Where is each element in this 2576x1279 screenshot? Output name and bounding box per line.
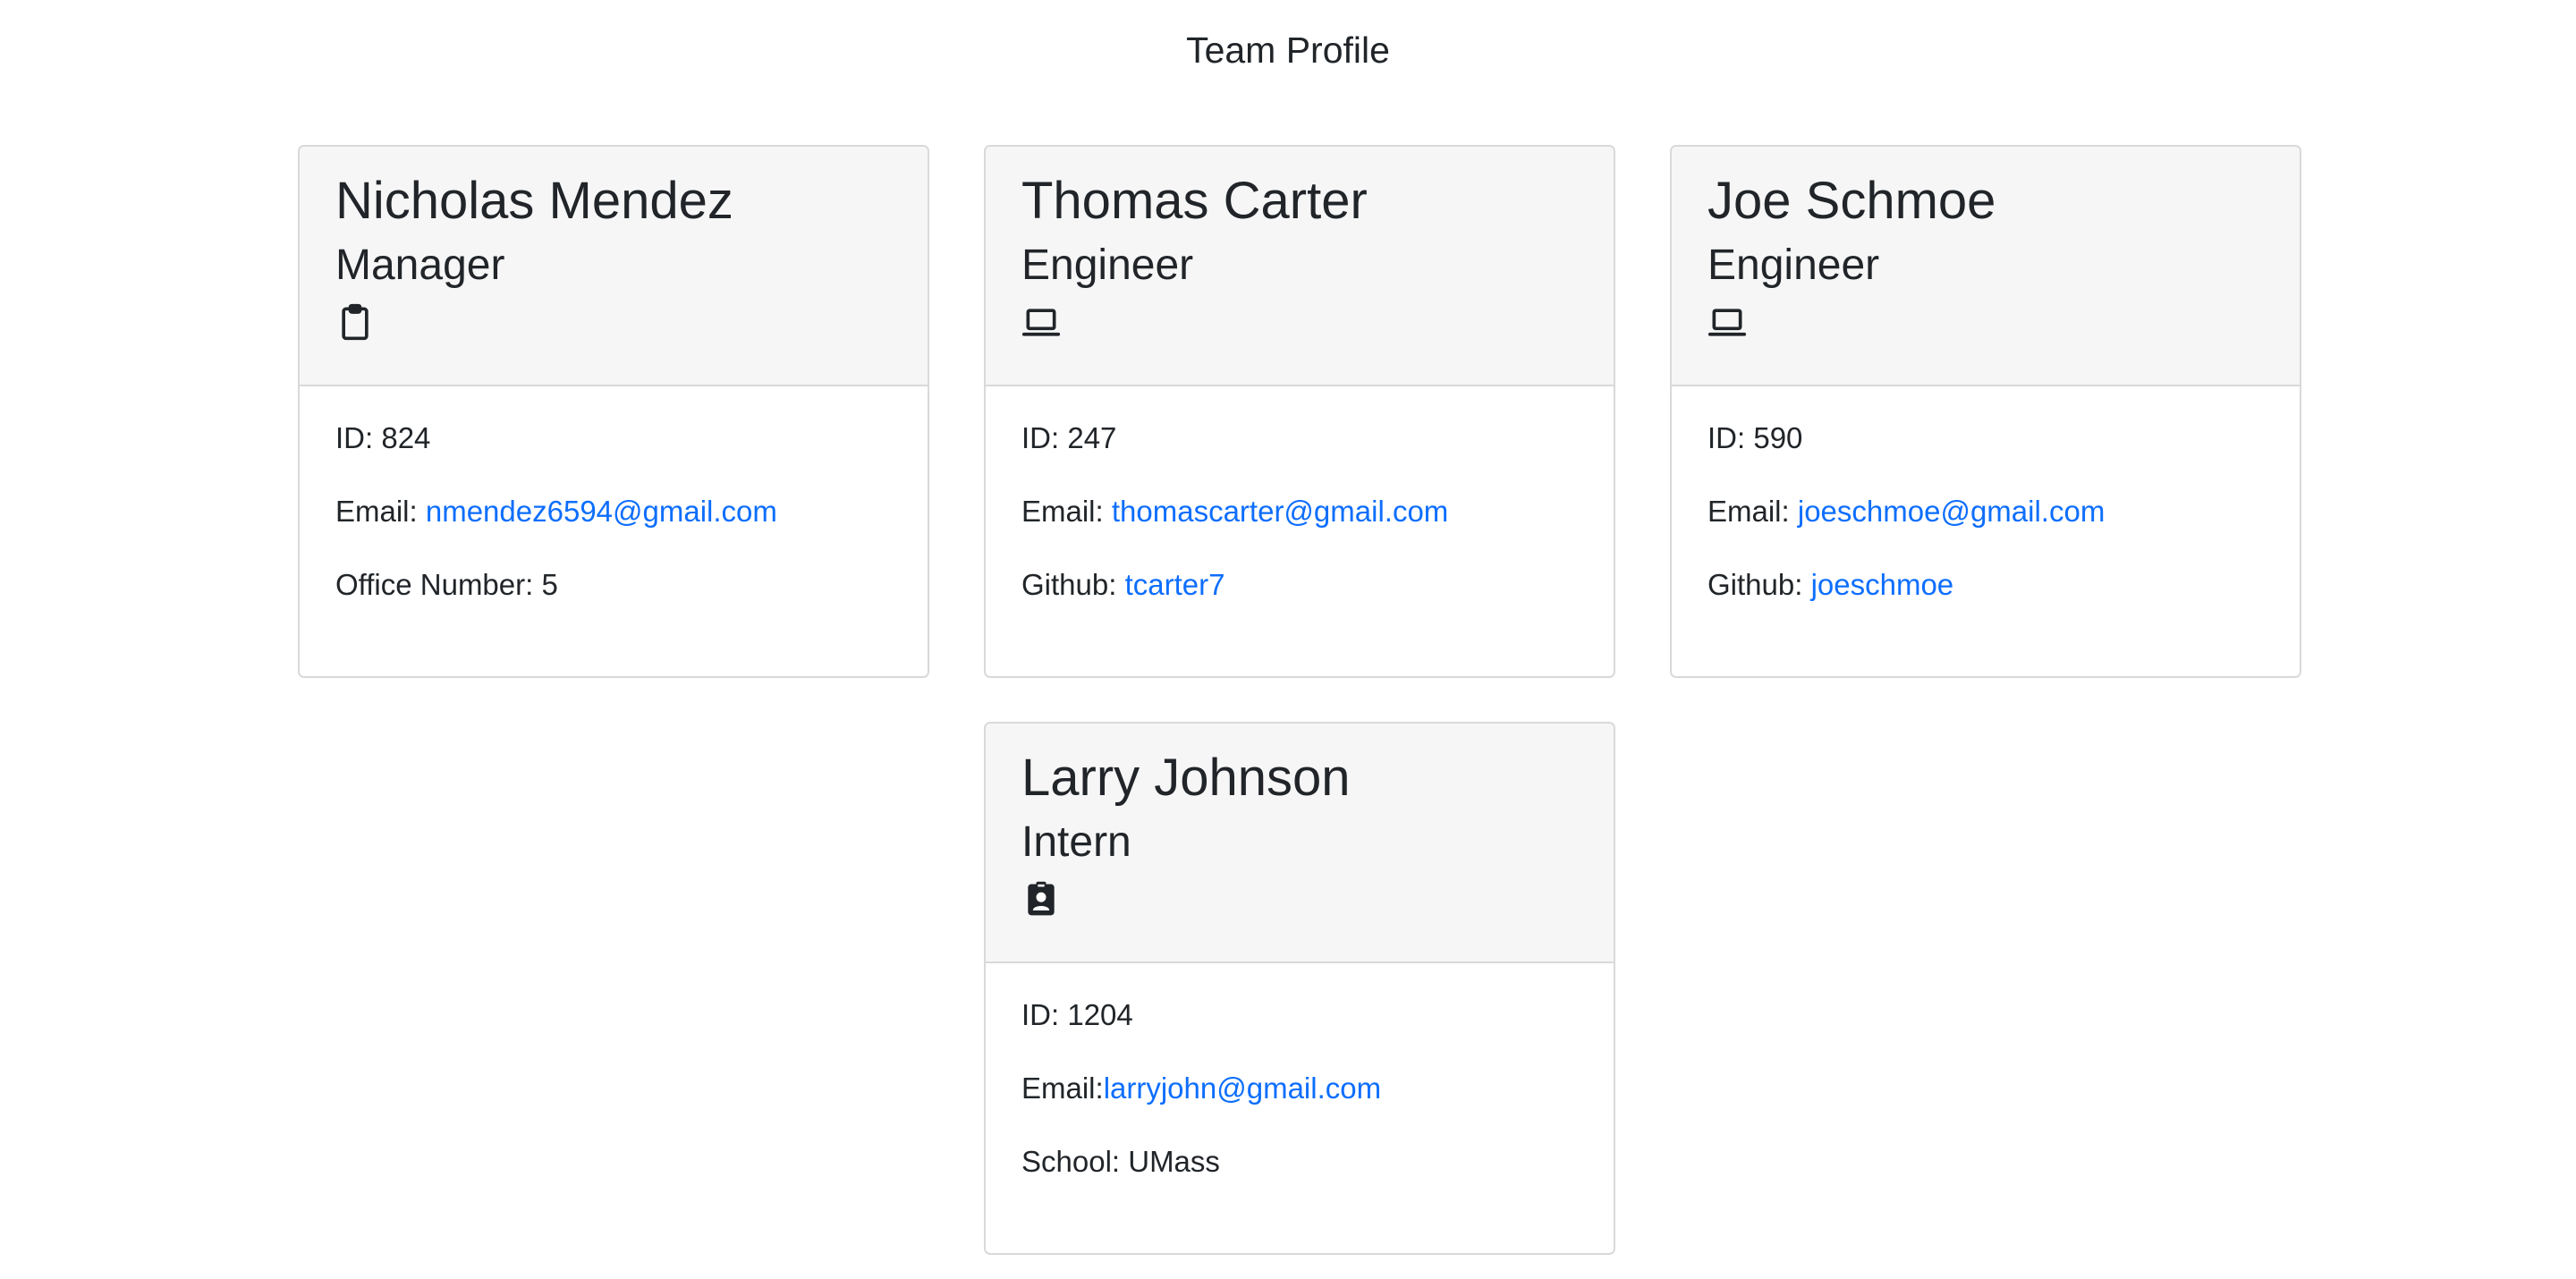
- card-header: Larry Johnson Intern: [986, 724, 1614, 963]
- card-header: Thomas Carter Engineer: [986, 147, 1614, 386]
- laptop-icon: [1707, 302, 1747, 342]
- card-body: ID: 247 Email: thomascarter@gmail.com Gi…: [986, 386, 1614, 605]
- id-badge-icon: [1021, 879, 1061, 919]
- employee-name: Joe Schmoe: [1707, 172, 1996, 230]
- laptop-icon: [1021, 302, 1061, 342]
- github-link[interactable]: tcarter7: [1125, 568, 1225, 601]
- employee-role: Engineer: [1707, 241, 1880, 289]
- email-link[interactable]: joeschmoe@gmail.com: [1798, 495, 2105, 528]
- office-number: Office Number: 5: [335, 568, 558, 601]
- github-label: Github:: [1707, 568, 1811, 601]
- employee-role: Manager: [335, 241, 505, 289]
- employee-role: Intern: [1021, 818, 1131, 866]
- email-label: Email:: [1707, 495, 1798, 528]
- card-header: Joe Schmoe Engineer: [1672, 147, 2300, 386]
- github-row: Github: joeschmoe: [1707, 565, 2264, 605]
- card-body: ID: 590 Email: joeschmoe@gmail.com Githu…: [1672, 386, 2300, 605]
- employee-email-row: Email:larryjohn@gmail.com: [1021, 1069, 1578, 1108]
- email-label: Email:: [1021, 1071, 1104, 1105]
- employee-email-row: Email: joeschmoe@gmail.com: [1707, 492, 2264, 531]
- email-link[interactable]: larryjohn@gmail.com: [1104, 1071, 1381, 1105]
- employee-card-engineer: Thomas Carter Engineer ID: 247 Email: th…: [984, 145, 1615, 678]
- team-profile-page: Team Profile Nicholas Mendez Manager ID:…: [0, 0, 2576, 1279]
- school: School: UMass: [1021, 1145, 1220, 1178]
- employee-name: Nicholas Mendez: [335, 172, 733, 230]
- page-title: Team Profile: [1186, 30, 1390, 71]
- employee-role: Engineer: [1021, 241, 1194, 289]
- employee-name: Larry Johnson: [1021, 749, 1351, 807]
- email-link[interactable]: nmendez6594@gmail.com: [426, 495, 777, 528]
- clipboard-icon: [335, 302, 375, 342]
- github-row: Github: tcarter7: [1021, 565, 1578, 605]
- card-header: Nicholas Mendez Manager: [300, 147, 928, 386]
- employee-id: ID: 1204: [1021, 998, 1133, 1031]
- github-label: Github:: [1021, 568, 1125, 601]
- employee-email-row: Email: nmendez6594@gmail.com: [335, 492, 892, 531]
- email-label: Email:: [335, 495, 426, 528]
- employee-email-row: Email: thomascarter@gmail.com: [1021, 492, 1578, 531]
- email-link[interactable]: thomascarter@gmail.com: [1112, 495, 1448, 528]
- employee-card-intern: Larry Johnson Intern ID: 1204 Email:larr…: [984, 722, 1615, 1255]
- card-body: ID: 1204 Email:larryjohn@gmail.com Schoo…: [986, 963, 1614, 1182]
- card-body: ID: 824 Email: nmendez6594@gmail.com Off…: [300, 386, 928, 605]
- employee-card-manager: Nicholas Mendez Manager ID: 824 Email: n…: [298, 145, 929, 678]
- employee-id: ID: 824: [335, 421, 431, 454]
- employee-id: ID: 590: [1707, 421, 1803, 454]
- github-link[interactable]: joeschmoe: [1811, 568, 1954, 601]
- employee-id: ID: 247: [1021, 421, 1117, 454]
- email-label: Email:: [1021, 495, 1112, 528]
- employee-card-engineer: Joe Schmoe Engineer ID: 590 Email: joesc…: [1670, 145, 2301, 678]
- employee-name: Thomas Carter: [1021, 172, 1368, 230]
